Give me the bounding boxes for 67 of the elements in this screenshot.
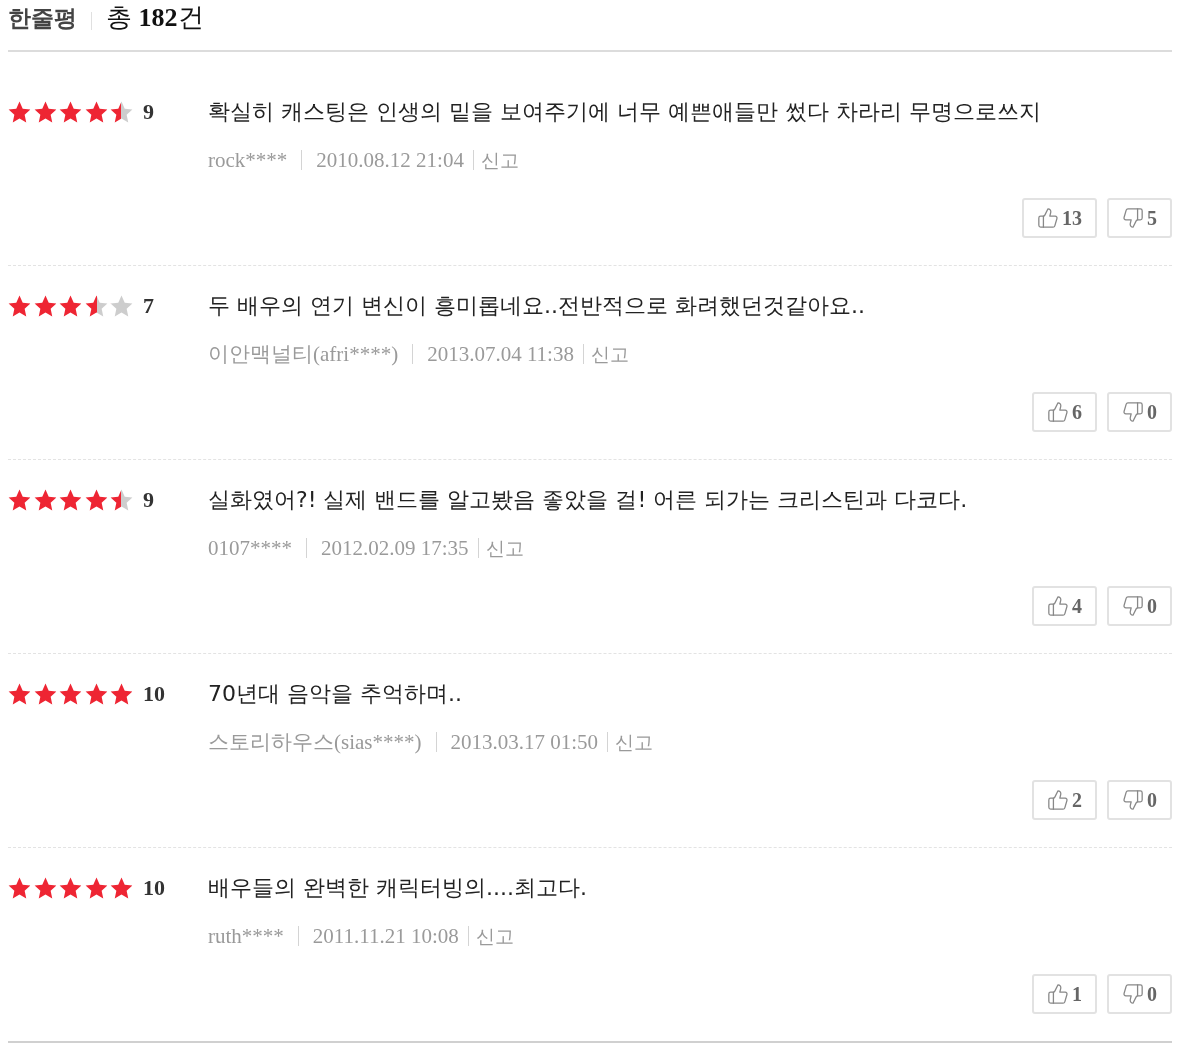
- thumbs-up-icon: [1037, 207, 1059, 229]
- like-button[interactable]: 2: [1032, 780, 1097, 820]
- star-icon: [110, 101, 133, 123]
- rating-score: 9: [143, 486, 154, 514]
- total-count: 총 182건: [106, 2, 204, 34]
- review-date: 2012.02.09 17:35: [321, 535, 469, 562]
- like-button[interactable]: 6: [1032, 392, 1097, 432]
- like-button[interactable]: 4: [1032, 586, 1097, 626]
- review-date: 2013.07.04 11:38: [427, 341, 574, 368]
- dislike-button[interactable]: 0: [1107, 586, 1172, 626]
- author-name: rock****: [208, 147, 288, 174]
- star-icon: [110, 683, 133, 705]
- star-icon: [8, 295, 31, 317]
- review-date: 2011.11.21 10:08: [312, 923, 459, 950]
- star-icon: [59, 683, 82, 705]
- star-icon: [33, 489, 57, 511]
- like-button[interactable]: 13: [1022, 198, 1097, 238]
- thumbs-up-icon: [1047, 789, 1069, 811]
- star-icon: [8, 877, 31, 899]
- rating-score: 10: [143, 874, 165, 902]
- review-text: 70년대 음악을 추억하며..: [208, 680, 462, 708]
- star-icon: [59, 101, 82, 123]
- dislike-button[interactable]: 0: [1107, 974, 1172, 1014]
- star-icon: [8, 101, 31, 123]
- star-icon: [84, 877, 108, 899]
- star-icon: [33, 683, 57, 705]
- review-text: 확실히 캐스팅은 인생의 밑을 보여주기에 너무 예쁜애들만 썼다 차라리 무명으로쓰지: [208, 98, 1041, 126]
- thumbs-down-icon: [1122, 401, 1144, 423]
- review-text: 배우들의 완벽한 캐릭터빙의....최고다.: [208, 874, 587, 902]
- author-name: 이안맥널티(afri****): [208, 341, 399, 368]
- review-text: 실화였어?! 실제 밴드를 알고봤음 좋았을 걸! 어른 되가는 크리스틴과 다코다.: [208, 486, 968, 514]
- section-title: 한줄평: [8, 4, 77, 33]
- star-icon: [110, 877, 133, 899]
- author-name: ruth****: [208, 923, 284, 950]
- star-icon: [59, 877, 82, 899]
- author-name: 스토리하우스(sias****): [208, 729, 422, 756]
- thumbs-up-icon: [1047, 595, 1069, 617]
- star-icon: [8, 683, 31, 705]
- thumbs-up-icon: [1047, 983, 1069, 1005]
- thumbs-up-icon: [1047, 401, 1069, 423]
- like-button[interactable]: 1: [1032, 974, 1097, 1014]
- star-icon: [84, 683, 108, 705]
- star-icon: [33, 295, 57, 317]
- star-icon: [110, 295, 133, 317]
- dislike-button[interactable]: 5: [1107, 198, 1172, 238]
- star-icon: [8, 489, 31, 511]
- dislike-button[interactable]: 0: [1107, 780, 1172, 820]
- author-name: 0107****: [208, 535, 292, 562]
- rating-score: 9: [143, 98, 154, 126]
- thumbs-down-icon: [1122, 789, 1144, 811]
- rating-score: 7: [143, 292, 154, 320]
- star-icon: [59, 489, 82, 511]
- thumbs-down-icon: [1122, 983, 1144, 1005]
- star-icon: [33, 101, 57, 123]
- review-date: 2010.08.12 21:04: [316, 147, 464, 174]
- rating-score: 10: [143, 680, 165, 708]
- star-icon: [84, 489, 108, 511]
- star-icon: [110, 489, 133, 511]
- dislike-button[interactable]: 0: [1107, 392, 1172, 432]
- star-icon: [33, 877, 57, 899]
- thumbs-down-icon: [1122, 595, 1144, 617]
- star-icon: [84, 101, 108, 123]
- star-icon: [84, 295, 108, 317]
- star-icon: [59, 295, 82, 317]
- review-date: 2013.03.17 01:50: [450, 729, 599, 756]
- thumbs-down-icon: [1122, 207, 1144, 229]
- review-text: 두 배우의 연기 변신이 흥미롭네요..전반적으로 화려했던것같아요..: [208, 292, 865, 320]
